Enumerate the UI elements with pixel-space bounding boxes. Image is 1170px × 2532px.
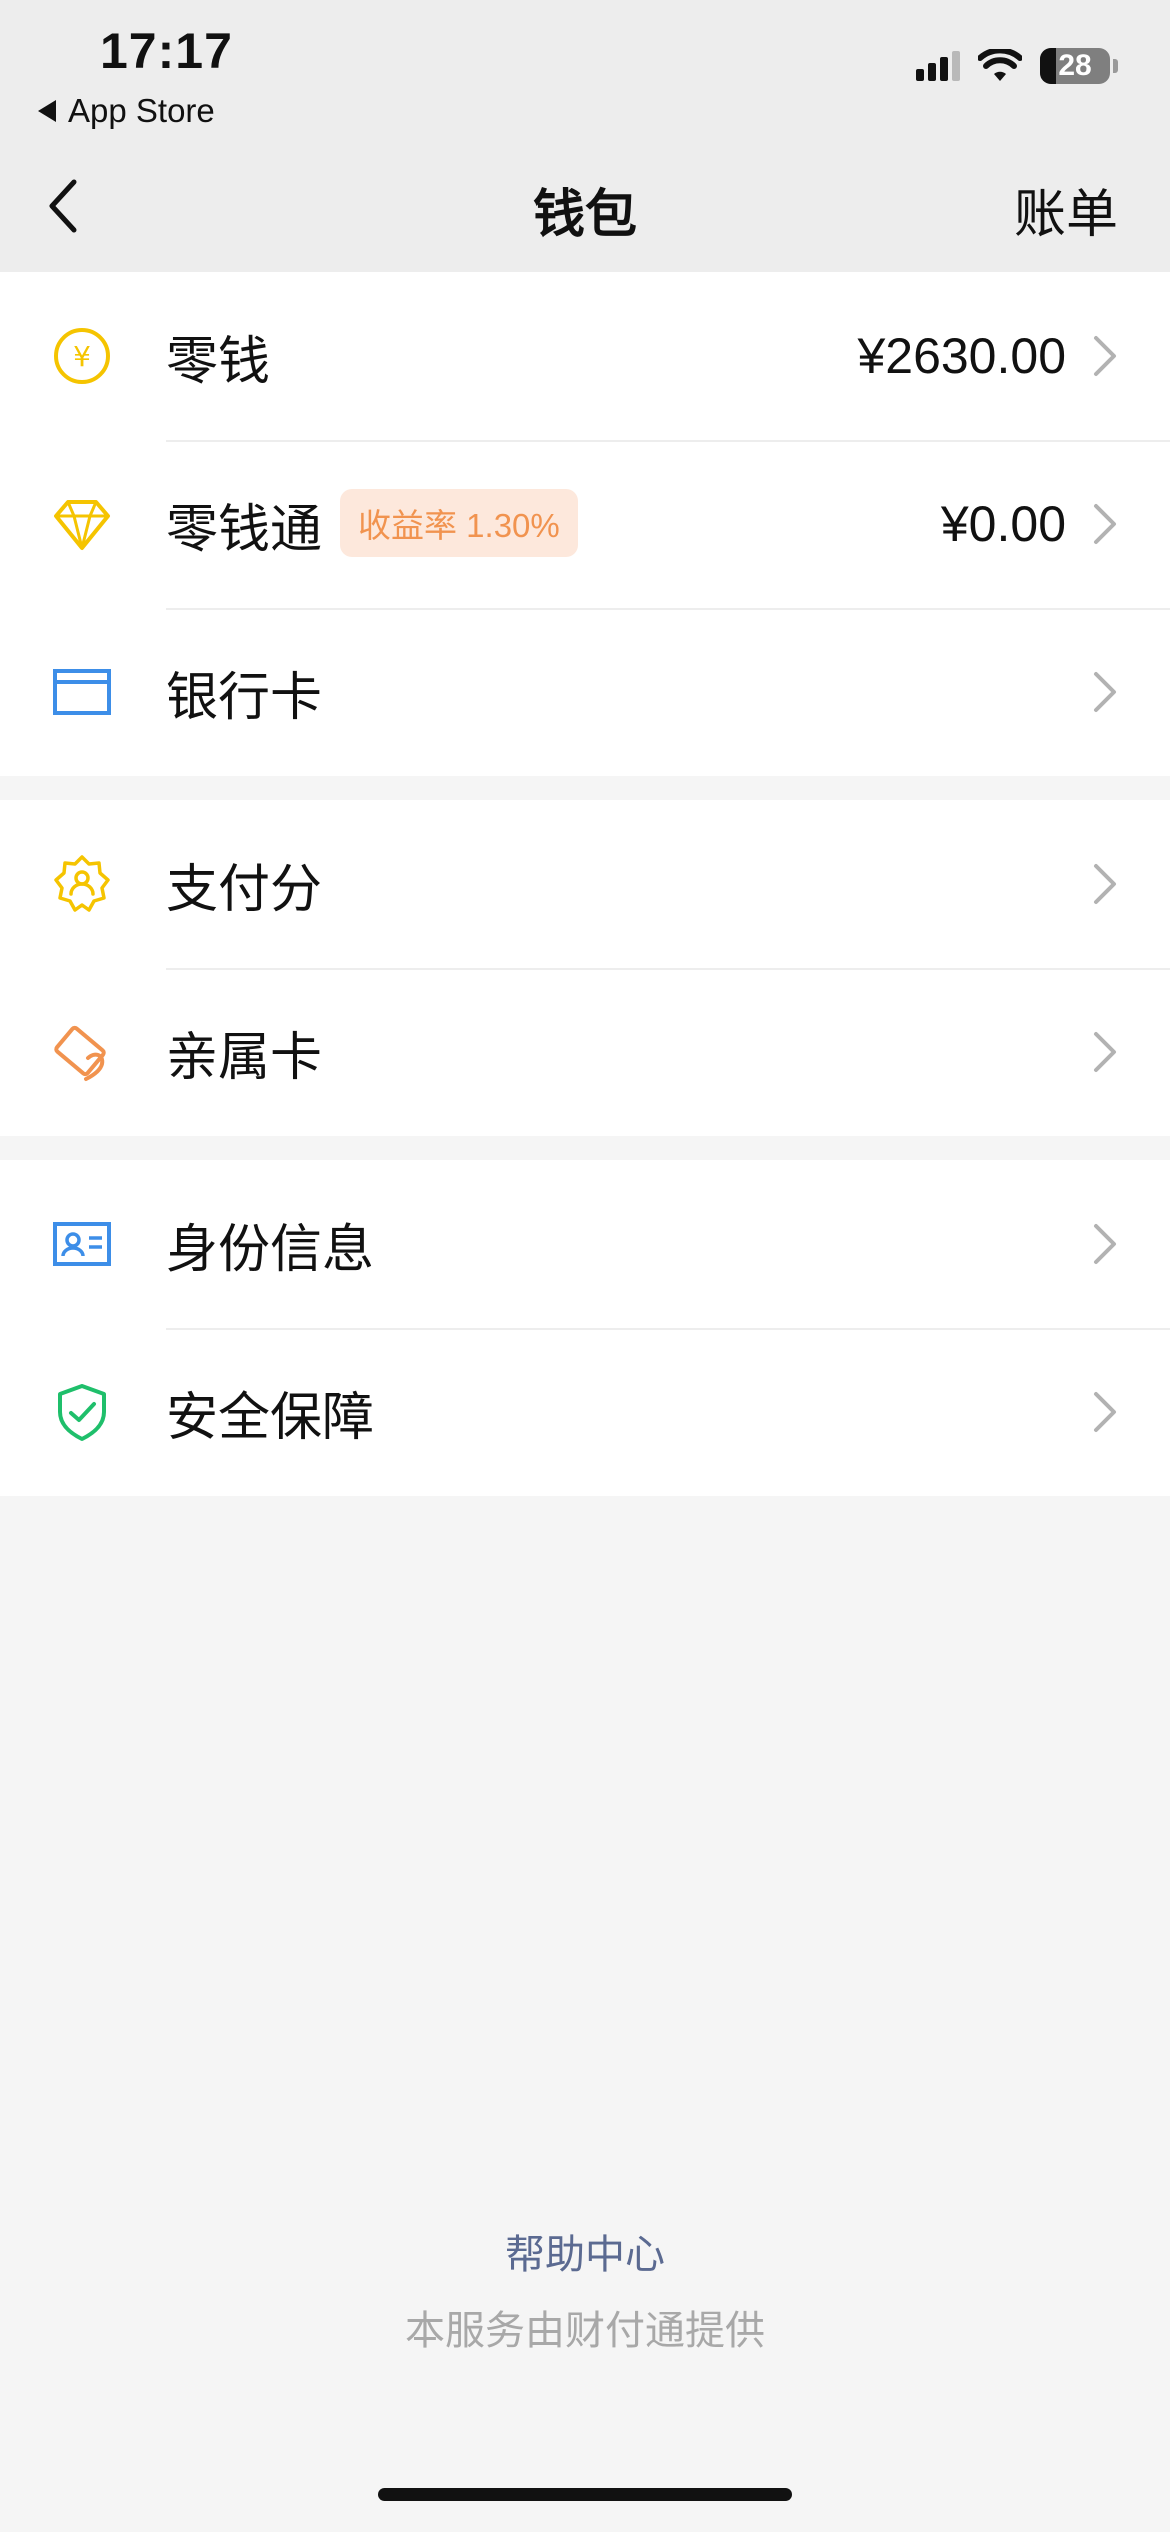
list-item-pay-score[interactable]: 支付分 [0,800,1170,968]
wallet-group-balance: ¥ 零钱 ¥2630.00 零钱通 收益率 1.30% ¥0.00 银行卡 [0,272,1170,776]
status-icons: 28 [916,48,1118,84]
service-provider-note: 本服务由财付通提供 [405,2309,765,2353]
item-label: 银行卡 [166,668,323,727]
wallet-group-identity: 身份信息 安全保障 [0,1160,1170,1496]
list-item-identity-info[interactable]: 身份信息 [0,1160,1170,1328]
item-value: ¥2630.00 [857,328,1066,384]
chevron-right-icon [1094,1224,1116,1264]
status-time: 17:17 [100,23,233,79]
pay-score-badge-icon [52,854,112,914]
chevron-right-icon [1094,504,1116,544]
chevron-right-icon [1094,336,1116,376]
item-label: 身份信息 [166,1220,375,1279]
shield-check-icon [52,1382,112,1442]
bills-button[interactable]: 账单 [1014,172,1118,247]
chevron-right-icon [1094,1032,1116,1072]
list-item-change[interactable]: ¥ 零钱 ¥2630.00 [0,272,1170,440]
back-app-label: App Store [68,92,215,129]
chevron-right-icon [1094,1392,1116,1432]
back-to-app-store[interactable]: App Store [38,92,215,130]
wifi-icon [978,49,1022,81]
yuan-coin-icon: ¥ [52,326,112,386]
diamond-icon [52,494,112,554]
chevron-right-icon [1094,864,1116,904]
wallet-group-credit: 支付分 亲属卡 [0,800,1170,1136]
battery-icon: 28 [1040,48,1110,84]
item-label: 亲属卡 [166,1028,323,1087]
chevron-right-icon [1094,672,1116,712]
back-triangle-icon [38,100,56,122]
yield-rate-badge: 收益率 1.30% [340,489,578,557]
list-item-lingqiantong[interactable]: 零钱通 收益率 1.30% ¥0.00 [0,440,1170,608]
cellular-signal-icon [916,51,960,81]
list-item-security[interactable]: 安全保障 [0,1328,1170,1496]
item-label: 支付分 [166,860,323,919]
page-title: 钱包 [532,186,637,244]
svg-text:¥: ¥ [73,340,91,373]
help-center-link[interactable]: 帮助中心 [0,2222,1170,2280]
family-card-icon [52,1022,112,1082]
item-value: ¥0.00 [940,496,1066,552]
list-item-family-card[interactable]: 亲属卡 [0,968,1170,1136]
list-item-bank-card[interactable]: 银行卡 [0,608,1170,776]
header: 17:17 App Store 28 钱包 账单 [0,0,1170,272]
home-indicator[interactable] [378,2488,792,2501]
battery-level: 28 [1058,49,1092,82]
bank-card-icon [52,662,112,722]
item-label: 零钱 [166,332,271,391]
item-label: 零钱通 [166,500,323,559]
item-label: 安全保障 [166,1388,375,1447]
id-card-icon [52,1214,112,1274]
